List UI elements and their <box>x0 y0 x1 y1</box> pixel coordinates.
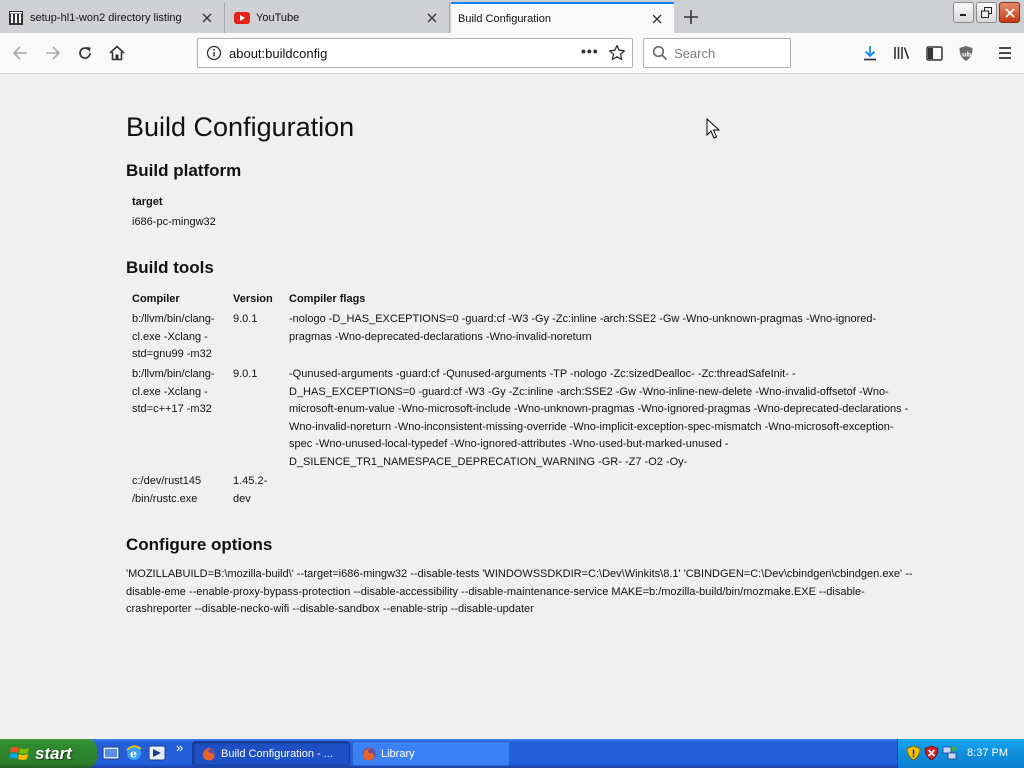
taskbar-item-label: Build Configuration - ... <box>221 747 333 760</box>
home-button[interactable] <box>105 41 129 65</box>
sidebar-button[interactable] <box>922 41 946 65</box>
compiler-cell: c:/dev/rust145 /bin/rustc.exe <box>132 475 202 505</box>
restore-icon <box>981 7 992 18</box>
info-icon[interactable] <box>206 45 222 61</box>
security-shield-icon[interactable] <box>906 745 921 761</box>
quick-launch-more-button[interactable]: » <box>176 739 183 757</box>
svg-text:ub: ub <box>962 50 972 58</box>
configure-options-heading: Configure options <box>126 535 273 554</box>
compiler-cell: b:/llvm/bin/clang-cl.exe -Xclang -std=c+… <box>132 368 215 416</box>
tab-title: setup-hl1-won2 directory listing <box>30 11 182 24</box>
archive-icon <box>8 10 24 26</box>
tab-title: YouTube <box>256 11 300 24</box>
hamburger-menu-icon <box>999 47 1011 59</box>
internet-explorer-icon[interactable]: e <box>125 744 143 762</box>
version-cell: 9.0.1 <box>233 313 258 325</box>
taskbar-item-label: Library <box>381 747 415 760</box>
reload-icon <box>79 47 91 59</box>
page-actions-button[interactable]: ••• <box>581 43 599 59</box>
back-arrow-icon <box>12 46 27 60</box>
compiler-column-header: Compiler <box>132 293 180 305</box>
version-cell: 9.0.1 <box>233 368 258 380</box>
compiler-flags-cell: -nologo -D_HAS_EXCEPTIONS=0 -guard:cf -W… <box>289 313 877 343</box>
restore-button[interactable] <box>976 2 997 23</box>
tab-title: Build Configuration <box>458 12 551 25</box>
window-controls <box>953 2 1020 23</box>
version-column-header: Version <box>233 293 273 305</box>
download-icon <box>864 46 876 61</box>
firefox-icon <box>362 747 376 760</box>
forward-button[interactable] <box>41 41 65 65</box>
configure-options-text: 'MOZILLABUILD=B:\mozilla-build\' --targe… <box>126 568 913 616</box>
plus-icon <box>684 10 698 24</box>
start-button[interactable]: start <box>0 739 97 768</box>
downloads-button[interactable] <box>858 41 882 65</box>
search-placeholder[interactable]: Search <box>674 46 715 61</box>
tab-strip: setup-hl1-won2 directory listing YouTube… <box>0 0 1024 33</box>
new-tab-button[interactable] <box>680 6 702 28</box>
close-icon <box>1004 7 1015 18</box>
tab-youtube[interactable]: YouTube <box>226 2 450 33</box>
firefox-icon <box>202 747 216 760</box>
bookmark-star-icon[interactable] <box>608 44 626 62</box>
close-icon[interactable] <box>423 9 441 27</box>
library-button[interactable] <box>890 41 914 65</box>
minimize-icon <box>960 14 966 16</box>
mouse-pointer-icon <box>706 117 721 140</box>
page-content: Build Configuration Build platform targe… <box>0 74 1024 739</box>
youtube-icon <box>234 10 250 26</box>
system-tray: 8:37 PM <box>897 739 1024 768</box>
back-button[interactable] <box>8 41 32 65</box>
start-label: start <box>35 743 72 763</box>
close-icon[interactable] <box>198 9 216 27</box>
compiler-cell: b:/llvm/bin/clang-cl.exe -Xclang -std=gn… <box>132 313 215 361</box>
ublock-origin-button[interactable]: ub <box>954 41 978 65</box>
show-desktop-icon[interactable] <box>102 744 120 762</box>
home-icon <box>109 45 125 61</box>
url-bar[interactable]: about:buildconfig ••• <box>197 38 633 68</box>
clock: 8:37 PM <box>967 747 1008 759</box>
media-icon[interactable] <box>148 744 166 762</box>
compiler-flags-cell: -Qunused-arguments -guard:cf -Qunused-ar… <box>289 368 909 468</box>
navigation-toolbar: about:buildconfig ••• Search ub <box>0 33 1024 74</box>
target-value: i686-pc-mingw32 <box>132 216 216 228</box>
url-text[interactable]: about:buildconfig <box>229 46 327 61</box>
compiler-flags-column-header: Compiler flags <box>289 293 366 305</box>
search-bar[interactable]: Search <box>643 38 791 68</box>
search-icon <box>652 45 668 61</box>
windows-flag-icon <box>10 746 29 760</box>
library-icon <box>894 47 910 60</box>
tab-directory-listing[interactable]: setup-hl1-won2 directory listing <box>0 2 225 33</box>
tab-build-configuration[interactable]: Build Configuration <box>451 2 674 33</box>
security-alert-icon[interactable] <box>924 745 939 761</box>
build-tools-heading: Build tools <box>126 258 214 277</box>
svg-text:e: e <box>130 748 137 761</box>
target-label: target <box>132 196 163 208</box>
sidebar-icon <box>925 45 943 61</box>
minimize-button[interactable] <box>953 2 974 23</box>
close-window-button[interactable] <box>999 2 1020 23</box>
close-icon[interactable] <box>648 10 666 28</box>
version-cell: 1.45.2-dev <box>233 475 268 505</box>
network-icon[interactable] <box>942 745 957 761</box>
page-title: Build Configuration <box>126 112 355 142</box>
windows-taskbar: start e » Build Configuration - ... Libr… <box>0 739 1024 768</box>
taskbar-item-build-configuration[interactable]: Build Configuration - ... <box>192 741 350 766</box>
build-platform-heading: Build platform <box>126 161 242 180</box>
ublock-shield-icon: ub <box>959 45 973 61</box>
taskbar-item-library[interactable]: Library <box>352 741 510 766</box>
forward-arrow-icon <box>46 46 61 60</box>
menu-button[interactable] <box>993 41 1017 65</box>
reload-button[interactable] <box>73 41 97 65</box>
